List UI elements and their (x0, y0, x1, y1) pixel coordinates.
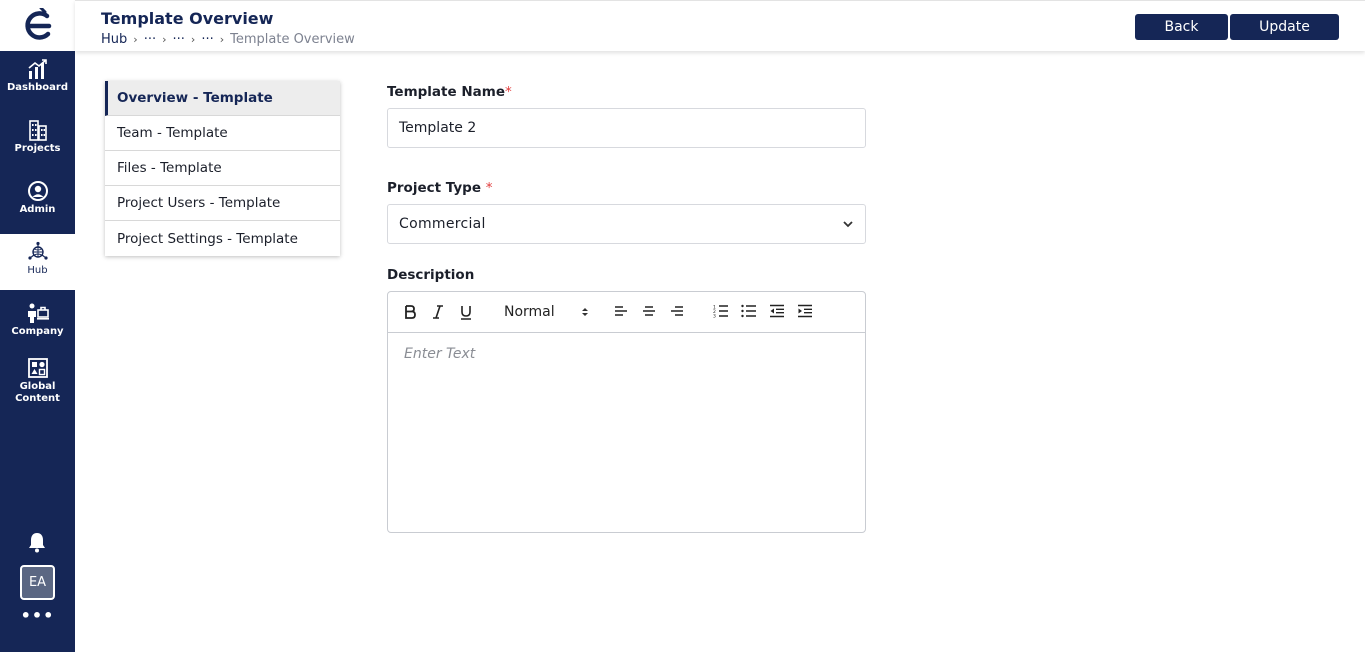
description-textarea[interactable]: Enter Text (404, 346, 475, 362)
sidebar-item-label: Admin (19, 204, 56, 215)
page-header: Template Overview Hub › ··· › ··· › ··· … (75, 0, 1365, 51)
outdent-icon[interactable] (769, 304, 785, 318)
project-type-select[interactable]: Commercial (387, 204, 866, 244)
description-placeholder: Enter Text (404, 346, 476, 362)
sidebar-item-label: Global Content (15, 381, 60, 404)
project-type-label: Project Type * (387, 180, 492, 196)
template-name-label-text: Template Name (387, 84, 505, 100)
avatar-initials: EA (28, 575, 47, 590)
text-style-select[interactable]: Normal (504, 304, 589, 320)
align-left-icon[interactable] (614, 304, 628, 318)
sidebar-item-global-content[interactable]: Global Content (0, 357, 75, 405)
breadcrumb-item-collapsed[interactable]: ··· (144, 32, 156, 47)
notifications-bell-icon[interactable] (27, 531, 47, 557)
template-name-input[interactable]: Template 2 (387, 108, 866, 148)
buildings-icon (28, 120, 47, 141)
global-content-icon (27, 358, 48, 378)
indent-icon[interactable] (797, 304, 813, 318)
breadcrumb-item-collapsed[interactable]: ··· (173, 32, 185, 47)
breadcrumb-item-hub[interactable]: Hub (101, 32, 127, 47)
description-label: Description (387, 267, 475, 283)
more-options-label: ••• (20, 606, 55, 625)
text-style-value: Normal (504, 304, 555, 320)
italic-icon[interactable] (431, 304, 445, 320)
more-options-icon[interactable]: ••• (0, 606, 75, 625)
sidebar-item-hub[interactable]: Hub (0, 234, 75, 290)
up-down-caret-icon (581, 308, 588, 316)
company-icon (27, 303, 49, 323)
left-sidebar: Dashboard Projects Admin Hub Company Glo… (0, 0, 75, 652)
editor-toolbar: Normal 123 (388, 292, 865, 333)
menu-item-overview[interactable]: Overview - Template (105, 81, 340, 116)
breadcrumb-item-current: Template Overview (230, 32, 355, 47)
app-logo[interactable] (0, 0, 75, 51)
sidebar-item-label: Projects (14, 143, 61, 154)
sidebar-item-company[interactable]: Company (0, 302, 75, 338)
sidebar-item-projects[interactable]: Projects (0, 119, 75, 155)
sidebar-item-label: Company (11, 326, 64, 337)
description-editor: Normal 123 Enter Text (387, 291, 866, 533)
breadcrumb: Hub › ··· › ··· › ··· › Template Overvie… (101, 32, 355, 47)
project-type-label-text: Project Type (387, 180, 481, 196)
breadcrumb-item-collapsed[interactable]: ··· (201, 32, 213, 47)
hub-network-icon (27, 241, 48, 260)
chevron-right-icon: › (133, 33, 138, 46)
user-circle-icon (27, 181, 48, 201)
sidebar-item-dashboard[interactable]: Dashboard (0, 58, 75, 94)
update-button[interactable]: Update (1230, 14, 1339, 40)
required-mark: * (485, 180, 493, 196)
align-right-icon[interactable] (670, 304, 684, 318)
template-name-label: Template Name* (387, 84, 512, 100)
chevron-right-icon: › (219, 33, 225, 46)
svg-text:3: 3 (713, 314, 716, 319)
bullet-list-icon[interactable] (741, 304, 757, 318)
align-center-icon[interactable] (642, 304, 656, 318)
menu-item-team[interactable]: Team - Template (105, 116, 340, 151)
project-type-value: Commercial (399, 216, 486, 232)
menu-item-project-settings[interactable]: Project Settings - Template (105, 221, 340, 256)
sidebar-item-label: Dashboard (7, 82, 68, 93)
ordered-list-icon[interactable]: 123 (713, 304, 729, 318)
bold-icon[interactable] (403, 304, 417, 320)
template-section-menu: Overview - Template Team - Template File… (105, 81, 340, 256)
chevron-right-icon: › (190, 33, 196, 46)
user-avatar[interactable]: EA (20, 565, 55, 600)
required-mark: * (504, 84, 512, 100)
dashboard-chart-icon (27, 59, 47, 79)
sidebar-item-admin[interactable]: Admin (0, 180, 75, 216)
template-name-value: Template 2 (399, 120, 477, 136)
menu-item-project-users[interactable]: Project Users - Template (105, 186, 340, 221)
sidebar-item-label: Hub (27, 265, 48, 276)
back-button[interactable]: Back (1135, 14, 1228, 40)
page-title: Template Overview (101, 9, 274, 28)
logo-icon (24, 7, 51, 40)
chevron-right-icon: › (162, 33, 167, 46)
underline-icon[interactable] (459, 304, 473, 320)
menu-item-files[interactable]: Files - Template (105, 151, 340, 186)
chevron-down-icon (843, 221, 853, 228)
